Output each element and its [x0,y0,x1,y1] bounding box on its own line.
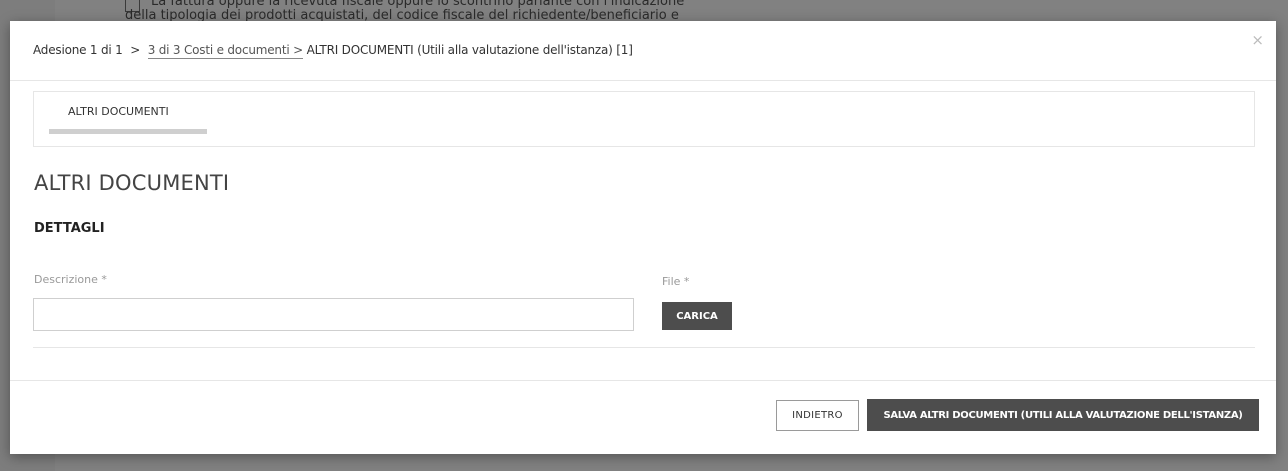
modal-header: Adesione 1 di 1 > 3 di 3 Costi e documen… [10,21,1276,81]
modal-footer: INDIETRO SALVA ALTRI DOCUMENTI (UTILI AL… [10,380,1276,454]
description-input[interactable] [33,298,634,331]
breadcrumb-separator: > [130,43,141,57]
breadcrumb-step-adesione: Adesione 1 di 1 [33,43,123,57]
modal-dialog: Adesione 1 di 1 > 3 di 3 Costi e documen… [10,21,1276,454]
breadcrumb-link-costi-documenti[interactable]: 3 di 3 Costi e documenti > [147,43,303,59]
divider [33,347,1255,348]
breadcrumb: Adesione 1 di 1 > 3 di 3 Costi e documen… [33,43,633,59]
tab-label: ALTRI DOCUMENTI [68,105,169,118]
tab-active-indicator [49,129,207,134]
save-button[interactable]: SALVA ALTRI DOCUMENTI (UTILI ALLA VALUTA… [867,399,1259,431]
close-icon[interactable]: × [1251,33,1264,48]
breadcrumb-link-label: 3 di 3 Costi e documenti [147,43,290,57]
tab-altri-documenti[interactable]: ALTRI DOCUMENTI [47,92,207,148]
tabs-bar: ALTRI DOCUMENTI [33,91,1255,147]
breadcrumb-separator: > [293,43,303,57]
section-title: ALTRI DOCUMENTI [34,171,230,195]
subsection-title: DETTAGLI [34,221,105,236]
file-label: File * [662,275,690,288]
description-label: Descrizione * [34,273,107,286]
breadcrumb-current: ALTRI DOCUMENTI (Utili alla valutazione … [306,43,633,57]
back-button[interactable]: INDIETRO [776,400,859,431]
upload-button[interactable]: CARICA [662,302,732,330]
